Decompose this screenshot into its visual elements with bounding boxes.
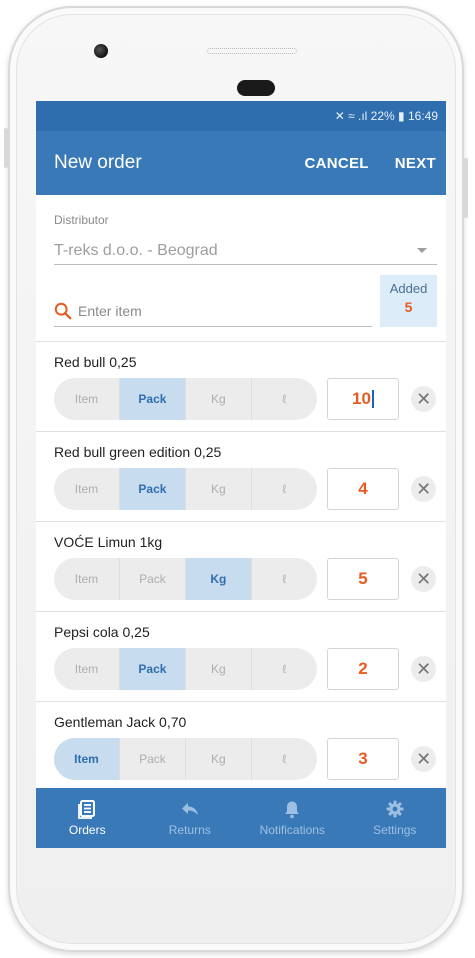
order-item-controls: Item Pack Kg ℓ 5 ✕ [54,558,436,600]
item-search-input[interactable]: Enter item [54,295,372,327]
page-title: New order [54,152,142,173]
unit-option[interactable]: Kg [185,558,252,600]
speaker-grille [207,48,297,54]
unit-option[interactable]: Item [54,378,120,420]
order-item-name: Pepsi cola 0,25 [54,624,150,640]
unit-option[interactable]: Pack [119,648,186,690]
search-placeholder: Enter item [78,302,142,319]
quantity-input[interactable]: 10 [326,378,400,420]
order-item-name: VOĆE Limun 1kg [54,534,163,550]
nav-returns-label: Returns [168,823,211,837]
remove-item-button[interactable]: ✕ [411,746,436,772]
dropdown-caret-icon [417,248,427,253]
order-item: Pepsi cola 0,25 Item Pack Kg ℓ 2 ✕ [36,612,446,702]
app-bar: New order CANCEL NEXT [36,131,446,195]
unit-option[interactable]: Item [54,468,120,510]
order-item-name: Red bull 0,25 [54,354,137,370]
quantity-value: 10 [352,389,371,408]
unit-option[interactable]: ℓ [252,468,317,510]
quantity-input[interactable]: 3 [326,738,400,780]
close-icon: ✕ [416,388,432,409]
close-icon: ✕ [416,568,432,589]
order-item: Gentleman Jack 0,70 Item Pack Kg ℓ 3 ✕ [36,702,446,792]
order-form: Distributor T-reks d.o.o. - Beograd Ente… [36,213,446,327]
next-button[interactable]: NEXT [395,155,436,172]
order-item-controls: Item Pack Kg ℓ 3 ✕ [54,738,436,780]
unit-option[interactable]: Item [54,558,120,600]
distributor-label: Distributor [54,213,109,227]
order-item: Red bull green edition 0,25 Item Pack Kg ℓ 4 ✕ [36,432,446,522]
phone-side-button [464,158,468,218]
unit-selector: Item Pack Kg ℓ [54,738,317,780]
phone-side-button [4,128,8,168]
order-item-list: Red bull 0,25 Item Pack Kg ℓ 10 ✕ Red bull gree… [36,342,446,792]
orders-icon [78,800,96,819]
unit-option[interactable]: Kg [186,468,252,510]
nav-notifications-label: Notifications [259,823,325,837]
nav-settings[interactable]: Settings [344,788,447,848]
order-item: Red bull 0,25 Item Pack Kg ℓ 10 ✕ [36,342,446,432]
phone-screen: ✕ ≈ .ıl 22% ▮ 16:49 New order CANCEL NEX… [36,101,446,848]
unit-option[interactable]: Kg [186,738,252,780]
search-row: Enter item Added 5 [54,275,437,327]
nav-notifications[interactable]: Notifications [241,788,344,848]
search-icon [54,302,72,319]
unit-option[interactable]: Kg [186,648,252,690]
quantity-input[interactable]: 5 [326,558,400,600]
added-label: Added [389,281,428,296]
unit-option[interactable]: Kg [186,378,252,420]
text-cursor [371,390,374,408]
nav-returns[interactable]: Returns [139,788,242,848]
gear-icon [386,800,404,818]
unit-option[interactable]: Pack [120,738,186,780]
unit-option[interactable]: ℓ [252,378,317,420]
added-counter: Added 5 [380,275,437,327]
quantity-value: 3 [358,749,368,768]
order-item-controls: Item Pack Kg ℓ 4 ✕ [54,468,436,510]
remove-item-button[interactable]: ✕ [411,476,436,502]
bottom-navigation: Orders Returns Notifications Settings [36,788,446,848]
order-item-name: Gentleman Jack 0,70 [54,714,187,730]
cancel-button[interactable]: CANCEL [304,155,368,172]
added-count: 5 [404,299,413,315]
quantity-value: 5 [358,569,368,588]
proximity-sensor [237,80,275,96]
unit-selector: Item Pack Kg ℓ [54,378,317,420]
nav-orders[interactable]: Orders [36,788,139,848]
quantity-value: 2 [358,659,368,678]
unit-option[interactable]: ℓ [252,558,317,600]
unit-option[interactable]: Item [54,738,120,780]
quantity-input[interactable]: 4 [326,468,400,510]
order-item: VOĆE Limun 1kg Item Pack Kg ℓ 5 ✕ [36,522,446,612]
status-bar: ✕ ≈ .ıl 22% ▮ 16:49 [36,101,446,131]
bell-icon [285,801,300,819]
unit-option[interactable]: Pack [119,378,186,420]
distributor-select[interactable]: T-reks d.o.o. - Beograd [54,237,437,265]
unit-option[interactable]: Pack [119,468,186,510]
order-item-name: Red bull green edition 0,25 [54,444,222,460]
unit-option[interactable]: Item [54,648,120,690]
camera-icon [94,44,108,58]
quantity-value: 4 [358,479,368,498]
close-icon: ✕ [416,658,432,679]
unit-selector: Item Pack Kg ℓ [54,558,317,600]
distributor-value: T-reks d.o.o. - Beograd [54,241,218,259]
remove-item-button[interactable]: ✕ [411,386,436,412]
status-text: ✕ ≈ .ıl 22% ▮ 16:49 [334,109,438,123]
unit-selector: Item Pack Kg ℓ [54,468,317,510]
close-icon: ✕ [416,478,432,499]
order-item-controls: Item Pack Kg ℓ 2 ✕ [54,648,436,690]
close-icon: ✕ [416,748,432,769]
unit-selector: Item Pack Kg ℓ [54,648,317,690]
unit-option[interactable]: ℓ [252,738,317,780]
order-item-controls: Item Pack Kg ℓ 10 ✕ [54,378,436,420]
unit-option[interactable]: ℓ [252,648,317,690]
nav-orders-label: Orders [68,823,106,837]
remove-item-button[interactable]: ✕ [411,656,436,682]
reply-icon [181,803,198,815]
nav-settings-label: Settings [373,823,417,837]
unit-option[interactable]: Pack [120,558,186,600]
quantity-input[interactable]: 2 [326,648,400,690]
remove-item-button[interactable]: ✕ [411,566,436,592]
